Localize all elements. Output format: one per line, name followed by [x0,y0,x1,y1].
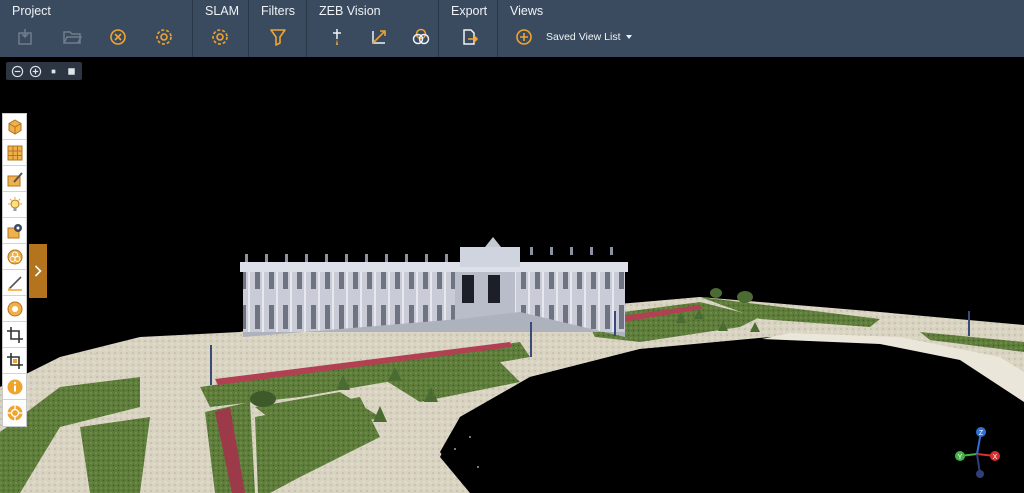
open-folder-icon [63,31,82,44]
import-icon [18,29,32,45]
grid-view-button[interactable] [3,140,26,166]
colorize-icon [412,28,430,45]
zoom-out-button[interactable] [10,64,24,78]
layers-button[interactable] [3,244,26,270]
slam-settings-button[interactable] [208,25,232,49]
info-icon [7,379,22,394]
point-cloud-scene [0,237,1024,493]
point-cloud-viewport[interactable]: Z X Y [0,57,1024,493]
group-label-filters: Filters [261,4,296,18]
app-window: Project SLAM Filters ZEB Vision Export V… [0,0,1024,493]
small-square-icon [51,69,55,73]
target-button[interactable] [3,400,26,426]
point-size-icon [7,301,22,316]
export-file-icon [463,29,479,45]
paint-brush-button[interactable] [3,166,26,192]
lighting-button[interactable] [3,192,26,218]
axis-x-label: X [993,454,998,461]
measure-pen-icon [7,275,22,291]
crop-inverse-button[interactable] [3,348,26,374]
filter-funnel-icon [270,29,286,46]
ribbon-group-zeb-vision: ZEB Vision [307,0,439,57]
ribbon-group-filters: Filters [249,0,307,57]
layers-circles-icon [7,249,22,264]
zeb-pin-button[interactable] [325,25,349,49]
zoom-in-icon [29,65,41,77]
crop-button[interactable] [3,322,26,348]
axis-orientation-gizmo[interactable]: Z X Y [952,424,1002,484]
zeb-colorize-button[interactable] [409,25,433,49]
large-square-icon [67,67,75,75]
close-project-button[interactable] [106,25,130,49]
chevron-down-icon [625,35,632,39]
crop-inverse-icon [6,352,23,369]
ribbon-group-slam: SLAM [193,0,249,57]
group-label-project: Project [12,4,51,18]
open-project-button[interactable] [60,25,84,49]
group-label-views: Views [510,4,544,18]
zoom-in-button[interactable] [28,64,42,78]
side-toolbar [2,113,27,427]
target-icon [6,405,23,421]
project-settings-button[interactable] [152,25,176,49]
close-circle-icon [110,29,126,45]
crop-icon [6,326,23,343]
cube-view-icon [8,118,21,135]
filter-button[interactable] [266,25,290,49]
camera-icon [7,223,22,238]
group-label-slam: SLAM [205,4,240,18]
axes-icon [372,30,386,44]
paint-brush-icon [7,171,23,186]
zoom-toolbar [6,62,82,80]
add-view-button[interactable] [512,25,536,49]
group-label-export: Export [451,4,488,18]
saved-view-list-label: Saved View List [546,31,621,43]
grid-view-icon [7,145,22,160]
measure-button[interactable] [3,270,26,296]
small-points-button[interactable] [46,64,60,78]
large-points-button[interactable] [64,64,78,78]
group-label-zeb-vision: ZEB Vision [319,4,381,18]
ribbon-group-project: Project [0,0,193,57]
chevron-right-icon [34,265,42,277]
add-view-icon [516,29,532,45]
slam-settings-icon [212,29,228,45]
expand-panel-tab[interactable] [29,244,47,298]
saved-view-list-dropdown[interactable]: Saved View List [546,31,632,43]
axis-y-label: Y [958,454,963,461]
export-button[interactable] [457,25,481,49]
camera-button[interactable] [3,218,26,244]
ribbon-group-views: Views Saved View List [498,0,1024,57]
ribbon-group-export: Export [439,0,498,57]
ribbon-toolbar: Project SLAM Filters ZEB Vision Export V… [0,0,1024,57]
cube-view-button[interactable] [3,114,26,140]
zeb-axes-button[interactable] [367,25,391,49]
lightbulb-icon [7,196,22,211]
settings-gear-icon [156,29,172,45]
info-button[interactable] [3,374,26,400]
import-button[interactable] [14,25,38,49]
point-size-button[interactable] [3,296,26,322]
pin-icon [333,29,341,45]
axis-z-label: Z [979,430,984,437]
zoom-out-icon [11,65,23,77]
